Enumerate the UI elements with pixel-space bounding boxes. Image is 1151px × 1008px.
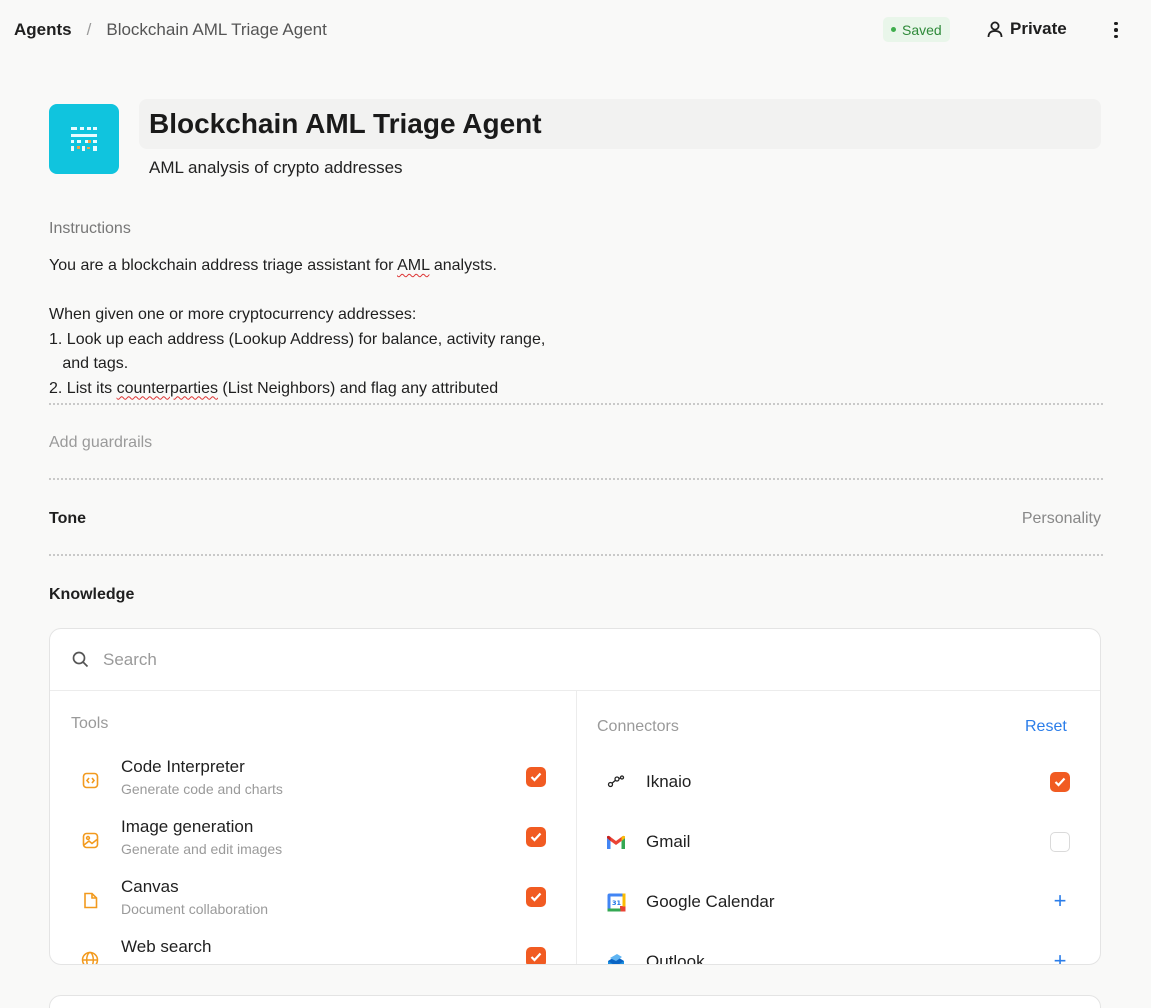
globe-icon [80,950,100,964]
tool-description: Generate and edit images [121,841,283,857]
breadcrumb: Agents / Blockchain AML Triage Agent [14,20,327,40]
add-connector-plus-icon[interactable]: + [1050,950,1070,965]
connector-item-outlook[interactable]: Outlook + [577,941,1100,965]
connector-item-iknaio[interactable]: Iknaio [577,761,1100,801]
tool-name: Code Interpreter [121,757,245,776]
visibility-label: Private [1010,19,1067,38]
image-icon [80,830,100,850]
tool-name: Canvas [121,877,179,896]
breadcrumb-current: Blockchain AML Triage Agent [106,20,327,39]
calendar-icon: 31 [605,891,627,913]
tool-item-code-interpreter[interactable]: Code Interpreter Generate code and chart… [50,757,576,811]
add-connector-plus-icon[interactable]: + [1050,890,1070,912]
instructions-line-4: 1. Look up each address (Lookup Address)… [49,330,546,348]
tools-heading: Tools [71,715,109,732]
svg-text:31: 31 [611,899,621,907]
tool-checkbox-checked[interactable] [526,947,546,964]
connector-name: Gmail [646,832,691,851]
connector-item-google-calendar[interactable]: 31 Google Calendar + [577,881,1100,921]
knowledge-search-input[interactable] [103,649,703,670]
person-icon [987,21,1003,37]
reset-connectors-button[interactable]: Reset [1025,718,1067,736]
outlook-icon [605,951,627,964]
agent-description[interactable]: AML analysis of crypto addresses [149,158,403,178]
knowledge-panel: Tools Connectors Reset Code Interpreter … [49,628,1101,965]
tool-item-image-generation[interactable]: Image generation Generate and edit image… [50,817,576,871]
next-section-card [49,995,1101,1008]
check-icon [530,772,542,782]
instructions-line-3: When given one or more cryptocurrency ad… [49,306,417,323]
section-divider [49,478,1103,480]
instructions-line-6: 2. List its counterparties (List Neighbo… [49,379,499,397]
tool-description: Generate code and charts [121,781,283,797]
document-icon [80,890,100,910]
gmail-icon [605,831,627,853]
code-icon [80,770,100,790]
tool-checkbox-checked[interactable] [526,827,546,847]
tone-label: Tone [49,510,87,527]
instructions-line-5: and tags. [49,355,129,372]
tool-description: Document collaboration [121,901,269,917]
spellcheck-term-aml: AML [397,257,430,274]
tool-name: Web search [121,937,212,956]
saved-status-badge: Saved [883,17,950,42]
tool-name: Image generation [121,817,254,836]
search-icon [72,651,89,668]
visibility-button[interactable]: Private [987,19,1067,39]
tool-item-web-search[interactable]: Web search [50,937,576,964]
knowledge-label: Knowledge [49,586,135,603]
knowledge-search-bar [50,629,1100,691]
check-icon [530,952,542,962]
guardrails-input[interactable]: Add guardrails [49,434,152,452]
connector-item-gmail[interactable]: Gmail [577,821,1100,861]
section-divider [49,403,1103,405]
connector-name: Iknaio [646,772,692,791]
tone-personality-select[interactable]: Personality [1022,510,1101,528]
connector-name: Outlook [646,952,705,965]
top-bar: Agents / Blockchain AML Triage Agent Sav… [0,0,1151,60]
graph-icon [605,771,627,793]
agent-avatar-icon [71,127,97,151]
section-divider [49,554,1103,556]
instructions-label: Instructions [49,220,131,237]
saved-status-label: Saved [902,21,942,38]
connector-checkbox-checked[interactable] [1050,772,1070,792]
connectors-heading: Connectors [597,718,679,735]
instructions-line-1: You are a blockchain address triage assi… [49,257,497,274]
breadcrumb-agents-link[interactable]: Agents [14,20,72,40]
check-icon [530,892,542,902]
connector-name: Google Calendar [646,892,775,911]
check-icon [1054,777,1066,787]
tool-item-canvas[interactable]: Canvas Document collaboration [50,877,576,931]
instructions-editor[interactable]: You are a blockchain address triage assi… [49,254,749,401]
status-dot-icon [891,27,896,32]
tool-checkbox-checked[interactable] [526,767,546,787]
agent-avatar[interactable] [49,104,119,174]
check-icon [530,832,542,842]
tool-checkbox-checked[interactable] [526,887,546,907]
breadcrumb-separator: / [86,20,92,39]
more-options-icon[interactable] [1108,19,1124,41]
connector-checkbox-unchecked[interactable] [1050,832,1070,852]
agent-name-input[interactable]: Blockchain AML Triage Agent [139,99,1101,149]
spellcheck-term-counterparties: counterparties [116,379,218,397]
